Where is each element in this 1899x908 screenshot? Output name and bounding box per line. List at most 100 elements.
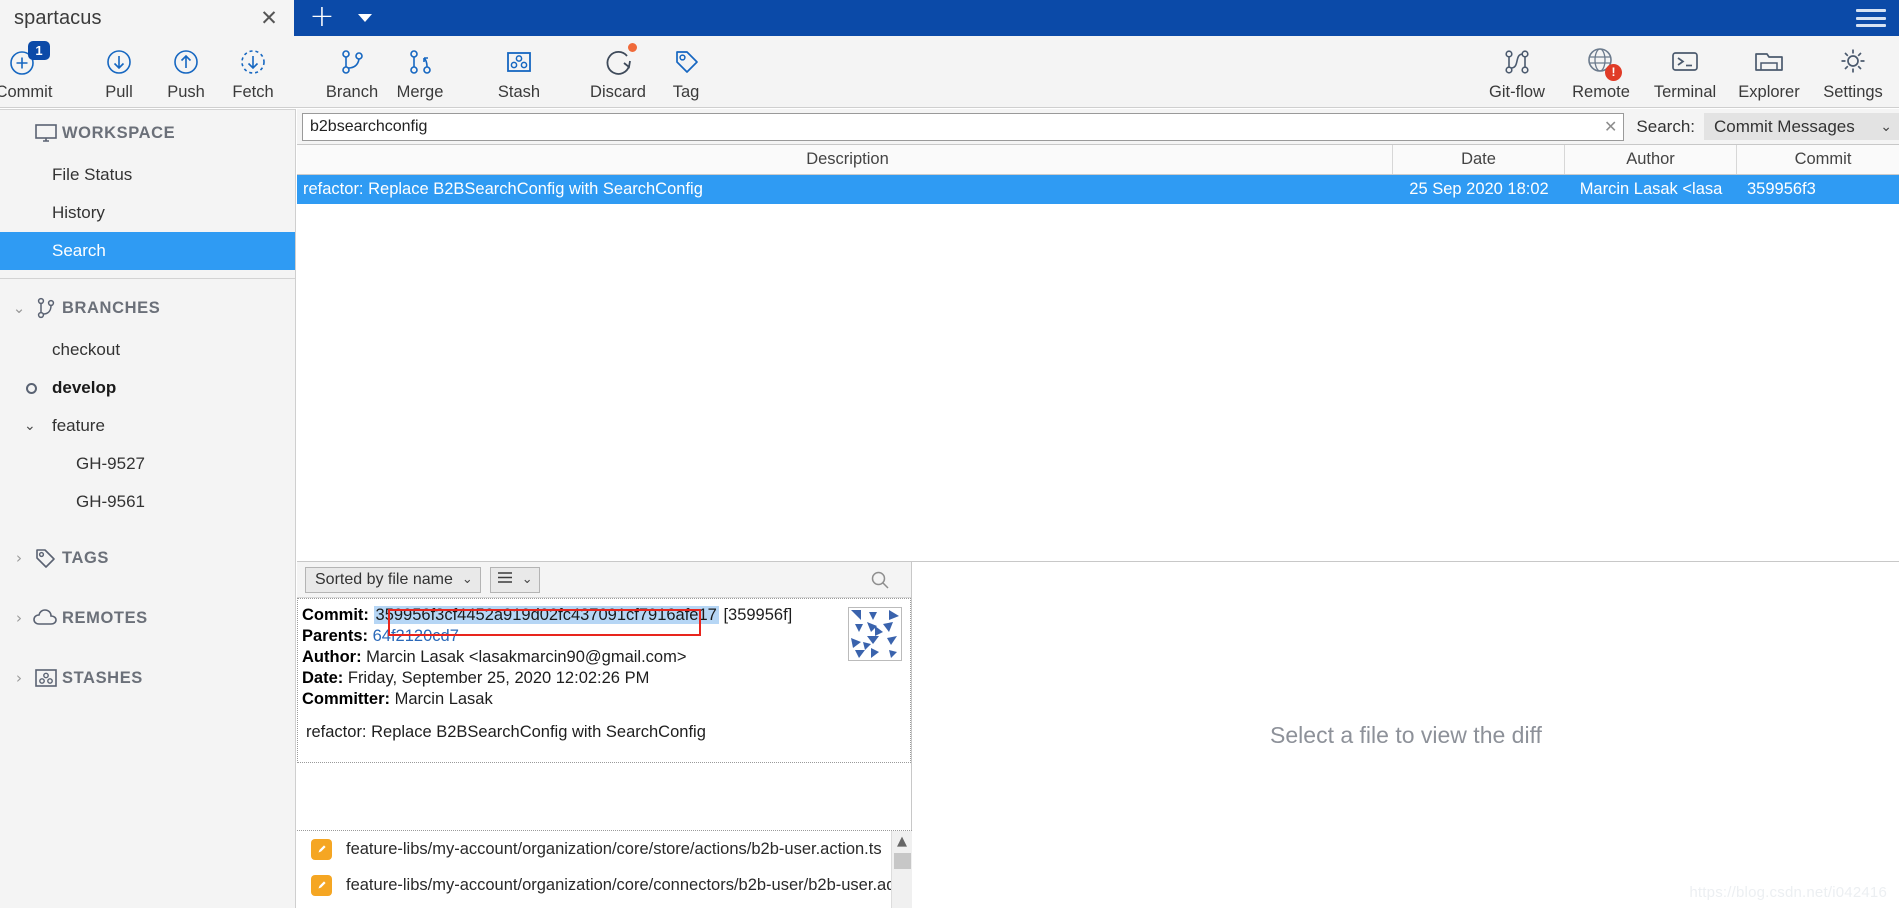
sidebar-item-history[interactable]: History bbox=[0, 194, 295, 232]
date-value: Friday, September 25, 2020 12:02:26 PM bbox=[347, 669, 650, 687]
search-results-table: Description Date Author Commit refactor:… bbox=[297, 144, 1899, 561]
commit-field-commit: Commit: 359956f3cf4452a919d02fc437091cf7… bbox=[302, 605, 910, 626]
branch-button-label: Branch bbox=[325, 83, 379, 101]
title-bar: spartacus ✕ + bbox=[0, 0, 1899, 36]
stash-button[interactable]: Stash bbox=[477, 38, 561, 106]
commit-button[interactable]: 1 Commit bbox=[0, 38, 66, 106]
repo-tab[interactable]: spartacus ✕ bbox=[0, 0, 294, 36]
commit-metadata: Commit: 359956f3cf4452a919d02fc437091cf7… bbox=[297, 598, 911, 763]
list-lines-icon bbox=[497, 571, 513, 589]
parents-value[interactable]: 64f2120cd7 bbox=[373, 627, 459, 645]
sidebar-section-workspace[interactable]: WORKSPACE bbox=[0, 110, 295, 156]
search-scope-select[interactable]: Commit Messages ⌄ bbox=[1704, 113, 1899, 140]
explorer-button[interactable]: Explorer bbox=[1727, 38, 1811, 106]
scrollbar-thumb[interactable] bbox=[894, 853, 911, 869]
chevron-down-icon: ⌄ bbox=[1880, 118, 1892, 135]
current-branch-dot-icon bbox=[26, 382, 37, 394]
column-header-description[interactable]: Description bbox=[297, 145, 1393, 174]
sidebar-branch-develop[interactable]: develop bbox=[0, 369, 295, 407]
search-field-wrapper[interactable]: ✕ bbox=[302, 112, 1625, 141]
explorer-folder-icon bbox=[1751, 43, 1787, 79]
chevron-down-icon[interactable]: ⌄ bbox=[24, 418, 36, 434]
date-label: Date: bbox=[302, 669, 344, 687]
sidebar-section-remotes[interactable]: › REMOTES bbox=[0, 595, 295, 641]
watermark: https://blog.csdn.net/i042416 bbox=[1689, 884, 1887, 901]
stash-icon bbox=[501, 43, 537, 79]
chevron-up-icon[interactable]: ▲ bbox=[892, 831, 912, 851]
sidebar-section-tags[interactable]: › TAGS bbox=[0, 535, 295, 581]
sort-order-select[interactable]: Sorted by file name ⌄ bbox=[305, 566, 481, 593]
details-search-icon[interactable] bbox=[867, 567, 893, 593]
commit-message-box: refactor: Replace B2BSearchConfig with S… bbox=[302, 710, 910, 743]
column-header-author[interactable]: Author bbox=[1565, 145, 1737, 174]
sidebar-branch-checkout[interactable]: checkout bbox=[0, 331, 295, 369]
search-bar: ✕ Search: Commit Messages ⌄ bbox=[297, 109, 1899, 144]
fetch-button[interactable]: Fetch bbox=[211, 38, 295, 106]
gear-icon bbox=[1835, 43, 1871, 79]
column-header-date[interactable]: Date bbox=[1393, 145, 1565, 174]
sidebar: WORKSPACE File Status History Search ⌄ B… bbox=[0, 109, 296, 908]
merge-icon bbox=[402, 43, 438, 79]
remotes-twisty-icon[interactable]: › bbox=[8, 609, 30, 627]
discard-refresh-icon bbox=[600, 43, 637, 79]
commit-message: refactor: Replace B2BSearchConfig with S… bbox=[306, 723, 706, 741]
list-item[interactable]: feature-libs/my-account/organization/cor… bbox=[297, 831, 912, 867]
list-item[interactable]: feature-libs/my-account/organization/cor… bbox=[297, 867, 912, 903]
commit-button-label: Commit bbox=[0, 83, 53, 101]
bottom-split: Sorted by file name ⌄ ⌄ Commit: 359956f3… bbox=[297, 561, 1899, 908]
new-tab-dropdown-button[interactable] bbox=[348, 0, 382, 36]
branches-label: BRANCHES bbox=[62, 298, 161, 317]
clear-x-icon[interactable]: ✕ bbox=[1604, 117, 1617, 136]
merge-button[interactable]: Merge bbox=[378, 38, 462, 106]
tag-button-label: Tag bbox=[672, 83, 700, 101]
author-value: Marcin Lasak <lasakmarcin90@gmail.com> bbox=[366, 648, 687, 666]
git-flow-button[interactable]: Git-flow bbox=[1475, 38, 1559, 106]
column-header-commit[interactable]: Commit bbox=[1737, 145, 1899, 174]
tag-icon bbox=[30, 547, 62, 569]
table-row[interactable]: refactor: Replace B2BSearchConfig with S… bbox=[297, 175, 1899, 204]
push-button-label: Push bbox=[167, 83, 205, 101]
discard-button-label: Discard bbox=[590, 83, 646, 101]
author-label: Author: bbox=[302, 648, 362, 666]
committer-label: Committer: bbox=[302, 690, 391, 708]
branches-twisty-icon[interactable]: ⌄ bbox=[8, 299, 30, 317]
push-up-arrow-icon bbox=[168, 43, 204, 79]
sidebar-branch-gh-9561[interactable]: GH-9561 bbox=[0, 483, 295, 521]
commit-count-badge: 1 bbox=[28, 41, 50, 60]
sidebar-section-stashes[interactable]: › STASHES bbox=[0, 655, 295, 701]
terminal-button[interactable]: Terminal bbox=[1643, 38, 1727, 106]
sidebar-branch-gh-9527[interactable]: GH-9527 bbox=[0, 445, 295, 483]
new-tab-button[interactable]: + bbox=[300, 0, 344, 36]
remote-button[interactable]: ! Remote bbox=[1559, 38, 1643, 106]
stashes-twisty-icon[interactable]: › bbox=[8, 669, 30, 687]
sidebar-branch-label: GH-9527 bbox=[76, 454, 145, 473]
view-mode-select[interactable]: ⌄ bbox=[489, 566, 540, 593]
commit-sha-value[interactable]: 359956f3cf4452a919d02fc437091cf7916afe17 bbox=[373, 606, 719, 624]
tags-twisty-icon[interactable]: › bbox=[8, 549, 30, 567]
explorer-button-label: Explorer bbox=[1738, 83, 1800, 101]
fetch-button-label: Fetch bbox=[232, 83, 274, 101]
commit-short-sha: [359956f] bbox=[723, 606, 793, 624]
monitor-icon bbox=[30, 124, 62, 142]
list-item[interactable]: feature-libs/my-account/organization/cor… bbox=[297, 903, 912, 908]
sidebar-section-branches[interactable]: ⌄ BRANCHES bbox=[0, 285, 295, 331]
sidebar-item-search[interactable]: Search bbox=[0, 232, 295, 270]
hamburger-menu-icon[interactable] bbox=[1853, 7, 1889, 29]
sidebar-branch-folder-feature[interactable]: ⌄ feature bbox=[0, 407, 295, 445]
tag-button[interactable]: Tag bbox=[644, 38, 728, 106]
modified-file-icon bbox=[311, 874, 332, 896]
stashes-label: STASHES bbox=[62, 668, 143, 687]
search-input[interactable] bbox=[303, 113, 1624, 140]
terminal-icon bbox=[1667, 43, 1703, 79]
files-scrollbar[interactable]: ▲ bbox=[891, 831, 912, 908]
remote-globe-icon: ! bbox=[1583, 43, 1622, 81]
settings-button[interactable]: Settings bbox=[1811, 38, 1895, 106]
row-description: refactor: Replace B2BSearchConfig with S… bbox=[303, 180, 703, 198]
close-icon[interactable]: ✕ bbox=[258, 7, 280, 29]
commit-plus-icon: 1 bbox=[6, 41, 50, 79]
sidebar-item-file-status[interactable]: File Status bbox=[0, 156, 295, 194]
git-flow-button-label: Git-flow bbox=[1489, 83, 1545, 101]
row-date: 25 Sep 2020 18:02 bbox=[1409, 180, 1549, 198]
branch-icon bbox=[30, 297, 62, 319]
row-author: Marcin Lasak <lasa bbox=[1579, 180, 1723, 198]
